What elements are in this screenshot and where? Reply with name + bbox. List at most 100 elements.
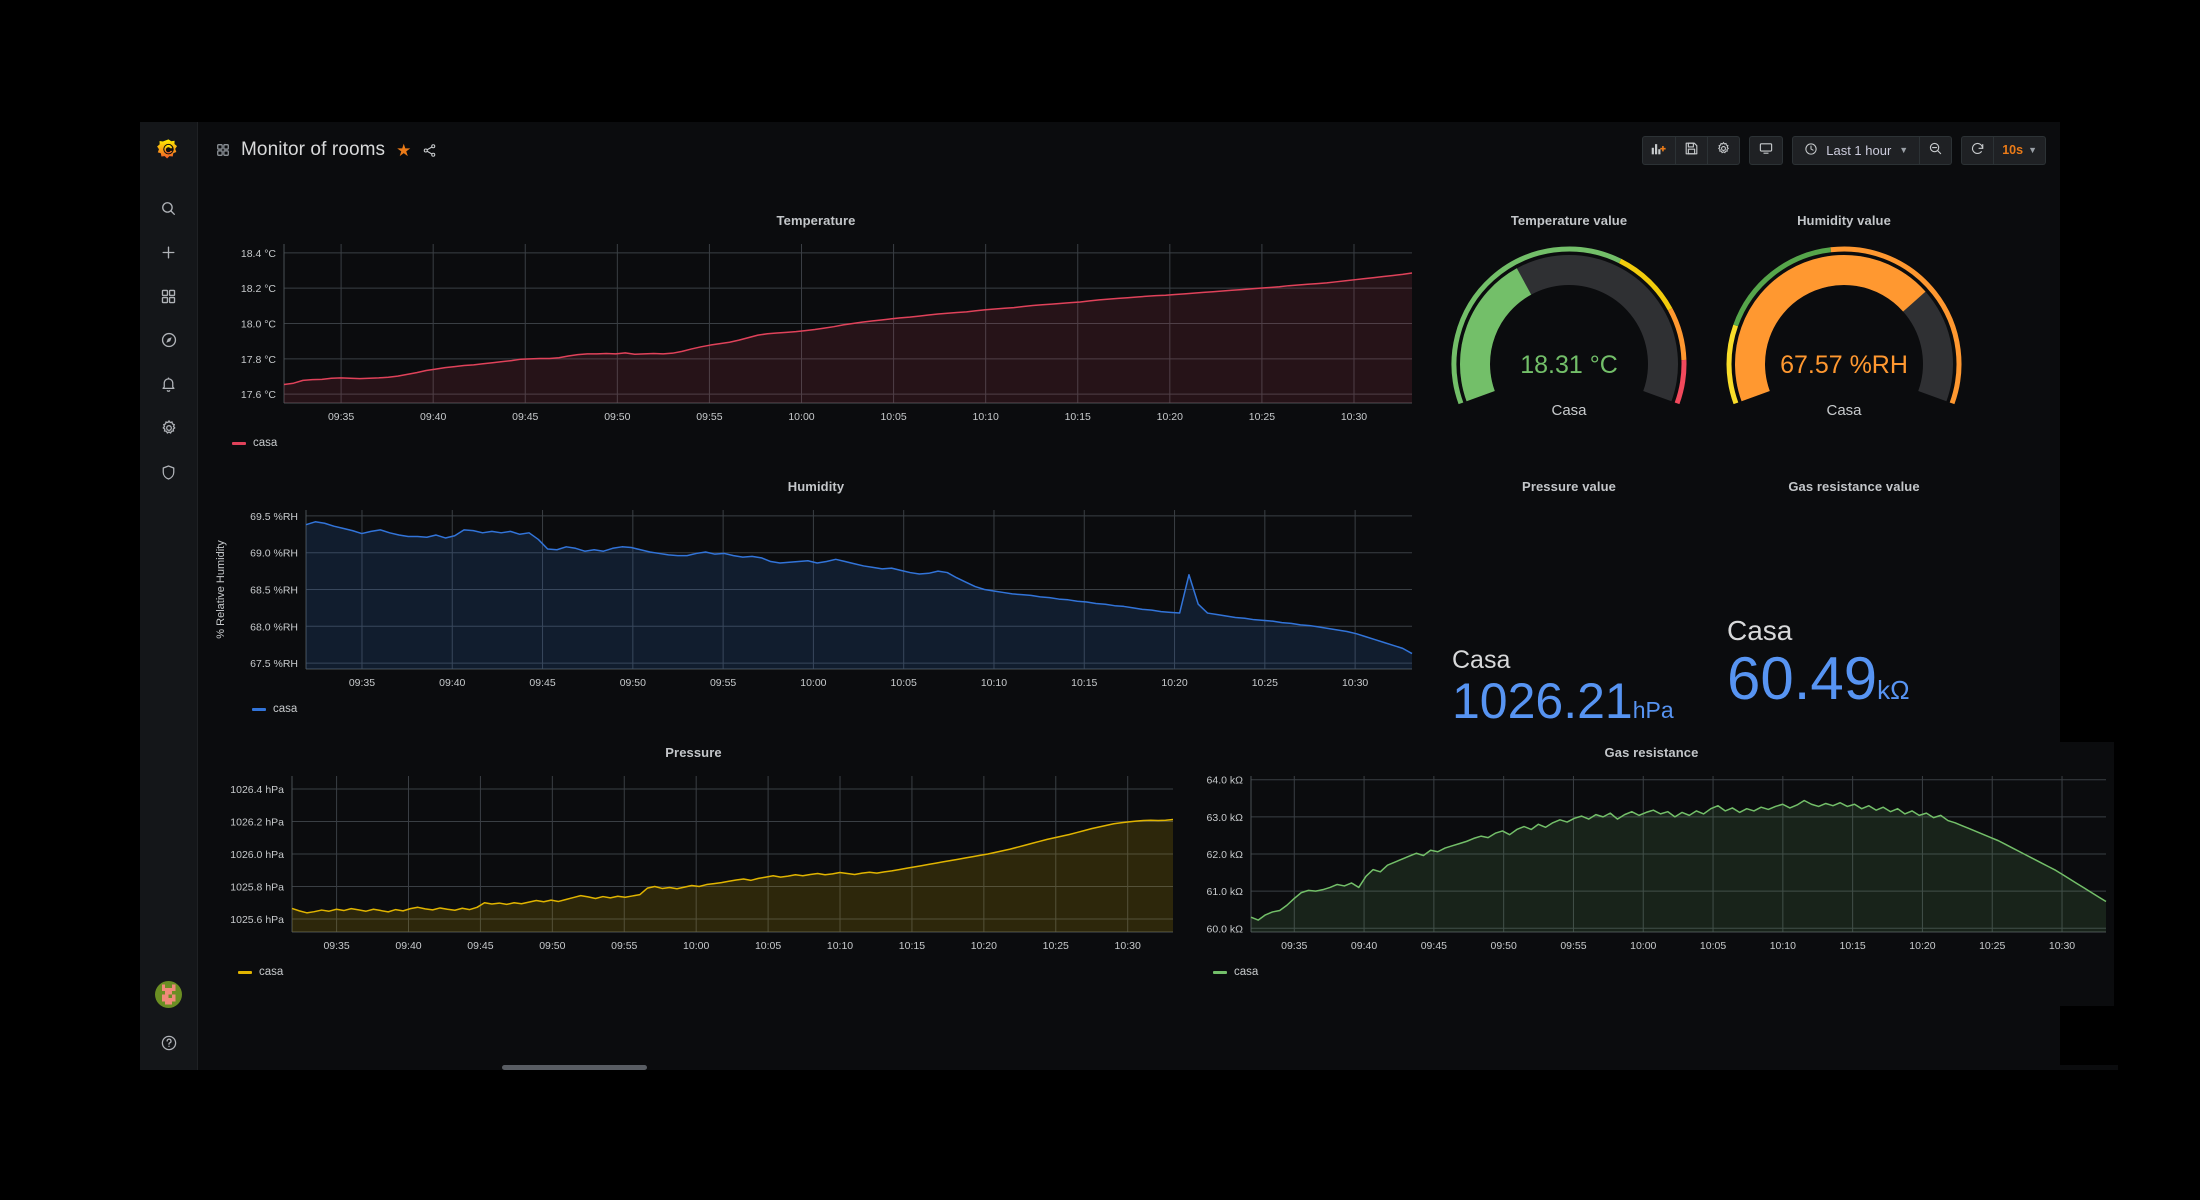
series-area (284, 272, 1412, 403)
timeseries-chart-temperature[interactable]: 17.6 °C 17.8 °C 18.0 °C 18.2 °C 18.4 °C 09:35… (206, 228, 1426, 433)
x-axis-tick-label: 09:40 (1351, 940, 1377, 952)
gauge-humidity[interactable]: 67.57 %RH Casa (1709, 228, 1979, 419)
gauge-temperature[interactable]: 18.31 °C Casa (1434, 228, 1704, 419)
x-axis-tick-label: 09:40 (395, 940, 421, 952)
panel-title: Pressure value (1522, 479, 1616, 494)
stat-gas[interactable]: Casa 60.49kΩ (1709, 494, 1999, 754)
chevron-down-icon: ▼ (1899, 145, 1909, 155)
sidebar-item-help[interactable] (140, 1024, 198, 1062)
x-axis-tick-label: 10:05 (891, 677, 917, 689)
main-content: Monitor of rooms ★ Last 1 hour ▼ 10s ▼ T… (198, 122, 2118, 1070)
y-axis-title: % Relative Humidity (215, 540, 227, 639)
scrollbar-thumb[interactable] (502, 1065, 647, 1070)
panel-title: Temperature (776, 213, 856, 228)
x-axis-tick-label: 09:55 (611, 940, 637, 952)
sidebar-item-alerting[interactable] (140, 362, 198, 406)
add-panel-icon (1651, 141, 1667, 159)
save-dashboard-button[interactable] (1676, 135, 1709, 165)
x-axis-tick-label: 09:35 (1281, 940, 1307, 952)
panel-humidity: Humidity 67.5 %RH 68.0 %RH 68.5 %RH 69.0 %R… (206, 476, 1426, 744)
x-axis-tick-label: 09:35 (349, 677, 375, 689)
dashboard-grid-icon (216, 143, 230, 157)
y-axis-tick-label: 17.6 °C (241, 389, 277, 401)
legend-swatch (232, 441, 246, 445)
x-axis-tick-label: 10:15 (1840, 940, 1866, 952)
refresh-interval-label: 10s (2002, 143, 2024, 157)
legend[interactable]: casa (1189, 966, 2114, 978)
series-area (1251, 800, 2106, 932)
panel-pressure-stat: Pressure value Casa 1026.21hPa (1434, 476, 1704, 736)
add-panel-button[interactable] (1642, 135, 1677, 165)
sidebar-item-server-admin[interactable] (140, 450, 198, 494)
refresh-group: 10s ▼ (1961, 135, 2046, 165)
clock-icon (1804, 142, 1818, 159)
refresh-interval-picker[interactable]: 10s ▼ (1994, 135, 2046, 165)
stat-pressure[interactable]: Casa 1026.21hPa (1434, 494, 1704, 754)
x-axis-tick-label: 10:00 (800, 677, 826, 689)
grafana-logo-icon[interactable] (140, 122, 198, 180)
legend[interactable]: casa (206, 703, 1426, 715)
y-axis-tick-label: 18.0 °C (241, 319, 277, 331)
gauge-series-name: Casa (1826, 402, 1862, 419)
refresh-button[interactable] (1961, 135, 1995, 165)
avatar[interactable] (155, 981, 182, 1008)
dashboard-settings-button[interactable] (1708, 135, 1741, 165)
x-axis-tick-label: 10:20 (1157, 411, 1183, 423)
panel-title: Humidity value (1797, 213, 1891, 228)
panel-pressure: Pressure 1025.6 hPa 1025.8 hPa 1026.0 hPa 1… (206, 742, 1181, 1006)
x-axis-tick-label: 09:45 (1421, 940, 1447, 952)
sidebar-item-create[interactable] (140, 230, 198, 274)
panel-temperature-gauge: Temperature value 18.31 °C Casa (1434, 210, 1704, 478)
gear-icon (1716, 141, 1731, 159)
share-icon[interactable] (422, 143, 437, 158)
time-range-label: Last 1 hour (1826, 142, 1892, 158)
y-axis-tick-label: 1026.0 hPa (230, 849, 284, 861)
series-area (292, 819, 1173, 932)
panel-title: Humidity (787, 479, 845, 494)
view-mode-button[interactable] (1749, 135, 1784, 165)
x-axis-tick-label: 10:05 (1700, 940, 1726, 952)
x-axis-tick-label: 09:55 (710, 677, 736, 689)
x-axis-tick-label: 09:50 (604, 411, 630, 423)
sidebar-item-dashboards[interactable] (140, 274, 198, 318)
stat-unit: hPa (1632, 697, 1674, 723)
x-axis-tick-label: 10:10 (973, 411, 999, 423)
legend[interactable]: casa (206, 966, 1181, 978)
panel-gas-resistance: Gas resistance 60.0 kΩ 61.0 kΩ 62.0 kΩ 63.0… (1189, 742, 2114, 1006)
time-controls-group: Last 1 hour ▼ (1792, 135, 1953, 165)
x-axis-tick-label: 10:20 (1909, 940, 1935, 952)
x-axis-tick-label: 10:00 (788, 411, 814, 423)
x-axis-tick-label: 09:50 (620, 677, 646, 689)
legend-swatch (1213, 970, 1227, 974)
x-axis-tick-label: 10:25 (1252, 677, 1278, 689)
stat-series-name: Casa (1452, 645, 1511, 674)
plus-icon (160, 244, 177, 261)
sidebar-item-configuration[interactable] (140, 406, 198, 450)
horizontal-scrollbar[interactable] (256, 1065, 2118, 1070)
star-icon[interactable]: ★ (396, 142, 411, 159)
page-title[interactable]: Monitor of rooms (241, 139, 385, 161)
stat-series-name: Casa (1727, 615, 1793, 647)
timeseries-chart-pressure[interactable]: 1025.6 hPa 1025.8 hPa 1026.0 hPa 1026.2 hPa… (206, 760, 1181, 962)
y-axis-tick-label: 17.8 °C (241, 354, 277, 366)
legend[interactable]: casa (206, 437, 1426, 449)
x-axis-tick-label: 10:30 (2049, 940, 2075, 952)
top-navbar: Monitor of rooms ★ Last 1 hour ▼ 10s ▼ (198, 122, 2060, 178)
time-range-picker[interactable]: Last 1 hour ▼ (1792, 135, 1921, 165)
legend-label: casa (1234, 966, 1259, 978)
x-axis-tick-label: 10:10 (827, 940, 853, 952)
x-axis-tick-label: 10:10 (981, 677, 1007, 689)
x-axis-tick-label: 10:00 (683, 940, 709, 952)
y-axis-tick-label: 69.0 %RH (250, 548, 298, 560)
panel-humidity-gauge: Humidity value 67.57 %RH Casa (1709, 210, 1979, 478)
timeseries-chart-humidity[interactable]: 67.5 %RH 68.0 %RH 68.5 %RH 69.0 %RH 69.5 %RH… (206, 494, 1426, 699)
sidebar-item-explore[interactable] (140, 318, 198, 362)
zoom-out-button[interactable] (1920, 135, 1953, 165)
sidebar-item-search[interactable] (140, 186, 198, 230)
breadcrumb: Monitor of rooms ★ (216, 139, 437, 161)
y-axis-tick-label: 1025.6 hPa (230, 914, 284, 926)
timeseries-chart-gas[interactable]: 60.0 kΩ 61.0 kΩ 62.0 kΩ 63.0 kΩ 64.0 kΩ 09:35… (1189, 760, 2114, 962)
x-axis-tick-label: 09:45 (512, 411, 538, 423)
y-axis-tick-label: 68.5 %RH (250, 585, 298, 597)
legend-label: casa (253, 437, 278, 449)
